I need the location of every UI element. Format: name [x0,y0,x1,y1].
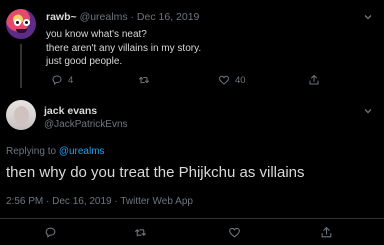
parent-retweet-button[interactable] [138,74,150,86]
parent-display-name[interactable]: rawb~ [46,11,77,23]
parent-header: rawb~ @urealms · Dec 16, 2019 [46,11,199,23]
main-retweet-button[interactable] [134,226,147,239]
parent-tweet[interactable]: rawb~ @urealms · Dec 16, 2019 you know w… [0,0,384,92]
retweet-icon [134,226,147,239]
parent-date[interactable]: Dec 16, 2019 [137,11,199,23]
avatar-mouth [16,29,27,33]
main-avatar[interactable] [6,100,36,130]
main-share-button[interactable] [320,226,333,239]
reply-count: 4 [68,74,74,86]
main-like-button[interactable] [228,226,241,239]
avatar-face [14,106,29,124]
thread-connector-line [20,44,22,88]
caret-down-icon[interactable] [362,104,374,116]
parent-separator: · [127,11,137,23]
avatar-eye [14,19,21,26]
replying-to-label: Replying to [6,146,59,157]
main-tweet-meta[interactable]: 2:56 PM · Dec 16, 2019 · Twitter Web App [6,196,193,207]
caret-down-icon[interactable] [362,10,374,22]
like-icon [228,226,241,239]
parent-text-line: just good people. [46,56,123,67]
main-reply-button[interactable] [44,226,57,239]
share-icon [320,226,333,239]
replying-to-mention[interactable]: @urealms [59,146,105,157]
parent-text-line: there aren't any villains in my story. [46,42,202,54]
main-tweet-text: then why do you treat the Phijkchu as vi… [6,164,305,181]
like-count: 40 [235,74,246,86]
parent-share-button[interactable] [308,74,320,86]
main-handle[interactable]: @JackPatrickEvns [44,119,128,130]
reply-icon [44,226,57,239]
parent-action-bar: 4 40 [46,74,376,88]
reply-icon [51,74,63,86]
parent-like-button[interactable]: 40 [218,74,246,86]
main-display-name[interactable]: jack evans [44,105,97,117]
share-icon [308,74,320,86]
avatar-eye [23,19,30,26]
parent-reply-button[interactable]: 4 [51,74,73,86]
parent-tweet-text: you know what's neat? there aren't any v… [46,28,201,69]
retweet-icon [138,74,150,86]
parent-handle[interactable]: @urealms [80,11,128,23]
main-action-bar [0,226,384,240]
parent-text-line: you know what's neat? [46,29,147,40]
parent-avatar[interactable] [6,9,36,39]
replying-to: Replying to @urealms [6,146,105,157]
tweet-thread: rawb~ @urealms · Dec 16, 2019 you know w… [0,0,384,245]
like-icon [218,74,230,86]
divider [0,218,384,219]
